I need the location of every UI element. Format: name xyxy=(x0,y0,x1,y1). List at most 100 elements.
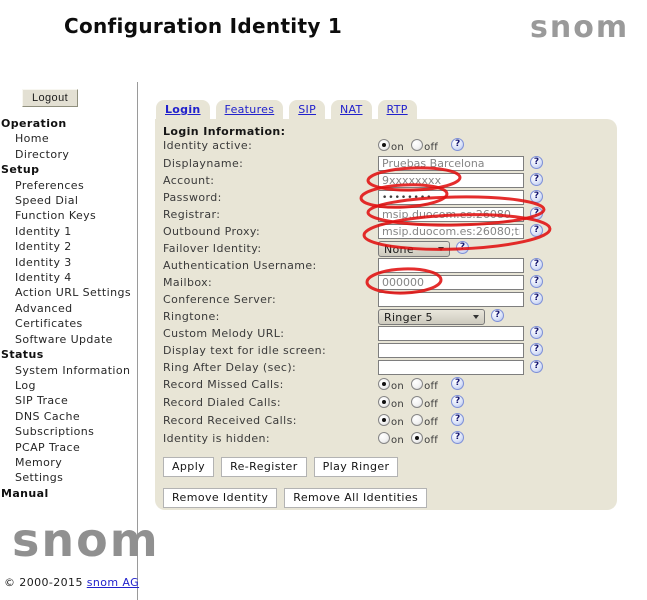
radio-on-label: on xyxy=(391,417,404,428)
account-input[interactable] xyxy=(378,173,524,188)
radio-off[interactable] xyxy=(411,414,423,426)
custom-melody-url-input[interactable] xyxy=(378,326,524,341)
sidebar-section-status: Status xyxy=(0,347,136,362)
copyright-text: © 2000-2015 xyxy=(4,576,83,589)
help-icon[interactable]: ? xyxy=(530,360,543,373)
login-panel: Login Information: Identity active: on o… xyxy=(155,119,617,510)
help-icon[interactable]: ? xyxy=(451,138,464,151)
radio-on[interactable] xyxy=(378,378,390,390)
tab-rtp[interactable]: RTP xyxy=(378,100,417,119)
sidebar-item-subscriptions[interactable]: Subscriptions xyxy=(0,424,136,439)
snom-ag-link[interactable]: snom AG xyxy=(87,576,139,589)
sidebar-item-dns-cache[interactable]: DNS Cache xyxy=(0,409,136,424)
remove-identity-button[interactable]: Remove Identity xyxy=(163,488,277,508)
apply-button[interactable]: Apply xyxy=(163,457,214,477)
tab-features[interactable]: Features xyxy=(216,100,284,119)
record-missed-calls-row: Record Missed Calls: on off ? xyxy=(163,377,617,395)
identity-active-radio-group: on off ? xyxy=(378,138,464,153)
registrar-row: Registrar: ? xyxy=(163,207,617,224)
outbound-proxy-row: Outbound Proxy: ? xyxy=(163,224,617,241)
radio-off-label: off xyxy=(424,417,438,428)
field-label: Failover Identity: xyxy=(163,241,378,256)
field-label: Record Missed Calls: xyxy=(163,377,378,392)
auth-username-input[interactable] xyxy=(378,258,524,273)
help-icon[interactable]: ? xyxy=(530,258,543,271)
sidebar-item-preferences[interactable]: Preferences xyxy=(0,178,136,193)
idle-screen-text-input[interactable] xyxy=(378,343,524,358)
reregister-button[interactable]: Re-Register xyxy=(221,457,307,477)
sidebar-section-setup: Setup xyxy=(0,162,136,177)
sidebar-item-sip-trace[interactable]: SIP Trace xyxy=(0,393,136,408)
tab-sip[interactable]: SIP xyxy=(289,100,325,119)
radio-off[interactable] xyxy=(411,432,423,444)
sidebar-item-pcap-trace[interactable]: PCAP Trace xyxy=(0,440,136,455)
sidebar-item-directory[interactable]: Directory xyxy=(0,147,136,162)
sidebar-item-speed-dial[interactable]: Speed Dial xyxy=(0,193,136,208)
help-icon[interactable]: ? xyxy=(456,241,469,254)
auth-username-row: Authentication Username: ? xyxy=(163,258,617,275)
field-label: Mailbox: xyxy=(163,275,378,290)
help-icon[interactable]: ? xyxy=(451,395,464,408)
remove-all-identities-button[interactable]: Remove All Identities xyxy=(284,488,427,508)
tab-nat[interactable]: NAT xyxy=(331,100,372,119)
radio-off[interactable] xyxy=(411,378,423,390)
sidebar-item-identity-1[interactable]: Identity 1 xyxy=(0,224,136,239)
mailbox-input[interactable] xyxy=(378,275,524,290)
conference-server-row: Conference Server: ? xyxy=(163,292,617,309)
help-icon[interactable]: ? xyxy=(530,326,543,339)
registrar-input[interactable] xyxy=(378,207,524,222)
sidebar-item-identity-3[interactable]: Identity 3 xyxy=(0,255,136,270)
help-icon[interactable]: ? xyxy=(530,292,543,305)
sidebar-item-software-update[interactable]: Software Update xyxy=(0,332,136,347)
sidebar-item-action-url-settings[interactable]: Action URL Settings xyxy=(0,285,136,300)
radio-on[interactable] xyxy=(378,396,390,408)
sidebar-item-system-information[interactable]: System Information xyxy=(0,363,136,378)
sidebar-item-certificates[interactable]: Certificates xyxy=(0,316,136,331)
record-received-calls-radio-group: on off ? xyxy=(378,413,464,428)
field-label: Authentication Username: xyxy=(163,258,378,273)
help-icon[interactable]: ? xyxy=(530,156,543,169)
help-icon[interactable]: ? xyxy=(530,190,543,203)
page-title: Configuration Identity 1 xyxy=(64,14,342,38)
sidebar-item-function-keys[interactable]: Function Keys xyxy=(0,208,136,223)
displayname-input[interactable] xyxy=(378,156,524,171)
help-icon[interactable]: ? xyxy=(530,173,543,186)
tab-login[interactable]: Login xyxy=(156,100,210,119)
ring-after-delay-row: Ring After Delay (sec): ? xyxy=(163,360,617,377)
radio-off-label: off xyxy=(424,399,438,410)
tab-bar: Login Features SIP NAT RTP xyxy=(156,100,423,119)
select-value: None xyxy=(384,243,414,256)
sidebar-item-home[interactable]: Home xyxy=(0,131,136,146)
sidebar-item-log[interactable]: Log xyxy=(0,378,136,393)
radio-off[interactable] xyxy=(411,396,423,408)
help-icon[interactable]: ? xyxy=(530,275,543,288)
help-icon[interactable]: ? xyxy=(451,377,464,390)
help-icon[interactable]: ? xyxy=(451,413,464,426)
logout-button[interactable]: Logout xyxy=(22,89,78,107)
radio-off[interactable] xyxy=(411,139,423,151)
outbound-proxy-input[interactable] xyxy=(378,224,524,239)
failover-identity-select[interactable]: None xyxy=(378,241,450,257)
tab-features-label: Features xyxy=(225,103,275,116)
help-icon[interactable]: ? xyxy=(451,431,464,444)
radio-on[interactable] xyxy=(378,139,390,151)
record-dialed-calls-radio-group: on off ? xyxy=(378,395,464,410)
record-dialed-calls-row: Record Dialed Calls: on off ? xyxy=(163,395,617,413)
play-ringer-button[interactable]: Play Ringer xyxy=(314,457,399,477)
ringtone-select[interactable]: Ringer 5 xyxy=(378,309,485,325)
help-icon[interactable]: ? xyxy=(530,224,543,237)
conference-server-input[interactable] xyxy=(378,292,524,307)
radio-on[interactable] xyxy=(378,432,390,444)
sidebar-item-settings[interactable]: Settings xyxy=(0,470,136,485)
help-icon[interactable]: ? xyxy=(530,343,543,356)
sidebar-item-advanced[interactable]: Advanced xyxy=(0,301,136,316)
sidebar-item-identity-4[interactable]: Identity 4 xyxy=(0,270,136,285)
sidebar-item-identity-2[interactable]: Identity 2 xyxy=(0,239,136,254)
help-icon[interactable]: ? xyxy=(491,309,504,322)
sidebar-item-memory[interactable]: Memory xyxy=(0,455,136,470)
ring-after-delay-input[interactable] xyxy=(378,360,524,375)
radio-on[interactable] xyxy=(378,414,390,426)
failover-identity-row: Failover Identity: None ? xyxy=(163,241,617,258)
help-icon[interactable]: ? xyxy=(530,207,543,220)
password-input[interactable] xyxy=(378,190,524,205)
